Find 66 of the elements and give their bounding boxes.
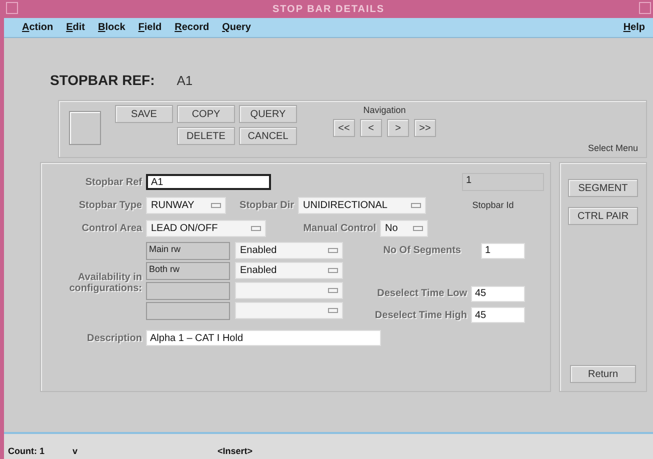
field-label: Manual Control [302,222,376,234]
menu-button[interactable]: SEGMENT [568,179,638,197]
field-label: Stopbar Ref [84,176,142,188]
menu-button[interactable]: CTRL PAIR [568,207,638,225]
area-dropdown[interactable]: LEAD ON/OFF [146,220,266,236]
input-field[interactable]: 45 [471,286,525,302]
action-button[interactable]: CANCEL [239,127,297,145]
manual-dropdown[interactable]: No [380,220,428,236]
input-field[interactable]: 45 [471,307,525,324]
status-dropdown[interactable] [235,282,343,299]
menu-item[interactable]: Edit [66,22,86,33]
menu-item[interactable]: Action [22,22,54,33]
mode-indicator: <Insert> [218,446,253,456]
id-field: 1 [462,173,544,191]
menu-item[interactable]: Query [222,22,251,33]
status-dropdown[interactable] [235,302,343,319]
action-button[interactable]: SAVE [115,105,173,123]
window-title: STOP BAR DETAILS [272,4,385,14]
input-field[interactable]: 1 [481,242,525,259]
input-field[interactable]: A1 [146,174,271,190]
status-dropdown[interactable]: Enabled [235,242,343,259]
record-count: Count: 1 [8,446,44,456]
direction-dropdown[interactable]: UNIDIRECTIONAL [298,196,426,214]
dropdown-icon [411,202,421,208]
action-button[interactable]: COPY [177,105,235,123]
field-label: Deselect Time Low [376,288,467,300]
record-indicator [69,111,101,145]
input-field[interactable]: Alpha 1 – CAT I Hold [146,330,381,346]
field-label: Control Area [80,222,142,234]
menu-item[interactable]: Help [623,22,645,33]
window-menu-icon[interactable] [6,2,18,14]
field-label: No Of Segments [382,245,461,256]
dropdown-icon [328,308,338,313]
field-label: Description [86,332,142,344]
navigation-label: Navigation [363,105,406,115]
field-label: Availability in [76,272,142,283]
status-text: v [72,446,78,456]
id-label: Stopbar Id [472,200,514,210]
dropdown-icon [328,248,338,253]
navigation-button[interactable]: >> [414,119,436,137]
maximize-icon[interactable] [639,2,651,14]
record-label: STOPBAR REF: [50,72,155,88]
config-cell: Both rw [146,262,230,280]
menu-item[interactable]: Record [174,22,210,33]
menu-item[interactable]: Field [138,22,162,33]
field-label: configurations: [68,283,142,294]
navigation-button[interactable]: > [387,119,409,137]
dropdown-icon [211,202,221,208]
action-button[interactable]: QUERY [239,105,297,123]
navigation-button[interactable]: << [333,119,355,137]
dropdown-icon [328,268,338,273]
action-button[interactable]: DELETE [177,127,235,145]
field-label: Stopbar Dir [238,200,294,210]
field-label: Deselect Time High [374,310,467,321]
dropdown-icon [328,288,338,293]
navigation-button[interactable]: < [360,119,382,137]
record-value: A1 [176,72,193,88]
config-cell: Main rw [146,242,230,260]
select-menu-label: Select Menu [588,143,638,153]
return-button[interactable]: Return [570,365,636,383]
field-label: Stopbar Type [78,200,142,210]
type-dropdown[interactable]: RUNWAY [146,196,226,214]
status-dropdown[interactable]: Enabled [235,262,343,279]
dropdown-icon [413,226,423,230]
dropdown-icon [251,226,261,230]
menu-item[interactable]: Block [98,22,126,33]
